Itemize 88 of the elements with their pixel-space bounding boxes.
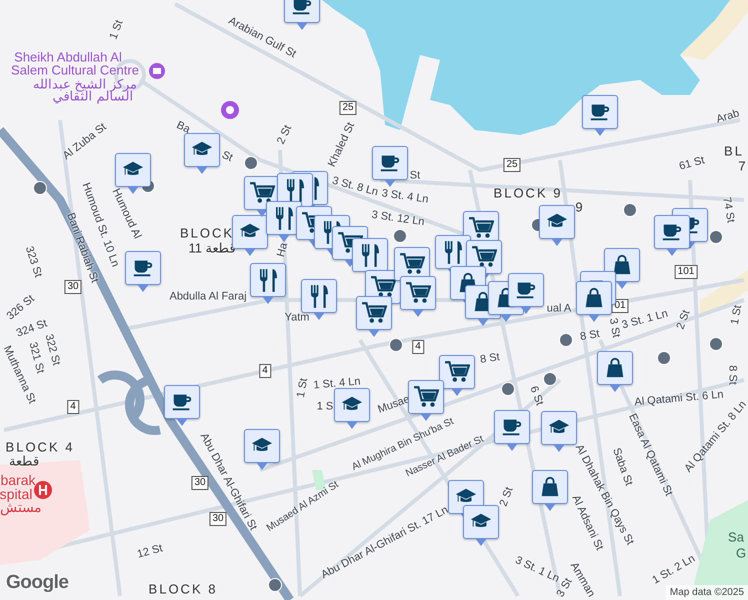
street-label: 3 St. 12 Ln [370, 210, 426, 228]
shopping-cart-icon [361, 302, 387, 324]
shopping-cart-icon [405, 282, 431, 304]
street-label: 321 St [26, 341, 46, 375]
street-label: 322 St [42, 333, 62, 367]
street-label: 74 St [720, 196, 736, 224]
street-label: Yatm [284, 312, 310, 324]
street-label: 326 St [5, 294, 37, 322]
street-label: 323 St [22, 245, 44, 279]
street-label: 8 St [579, 328, 601, 344]
place-label: مركز الشيخ عبدالله [32, 78, 138, 90]
street-label: 8 St [480, 352, 500, 366]
fork-knife-icon [276, 206, 292, 230]
fork-knife-icon [444, 240, 462, 264]
shopping-cart-icon [471, 246, 497, 268]
area-label: BL [724, 144, 744, 158]
shopping-cart-icon [413, 386, 439, 408]
street-label: Musae [376, 394, 412, 416]
street-label: St [410, 170, 420, 182]
street-label: Saba St [610, 446, 634, 488]
street-label: 1 St. 4 Ln [313, 376, 361, 392]
google-logo: Google [6, 572, 68, 594]
shopping-bag-icon [611, 253, 633, 277]
route-number: 30 [64, 280, 82, 294]
street-label: 3 St [606, 317, 622, 339]
street-label: 61 St [678, 155, 706, 173]
street-label: Arab [715, 108, 741, 126]
place-label: Sa [728, 530, 744, 544]
street-label: 1 St [296, 377, 310, 399]
route-number: 30 [191, 476, 209, 490]
shopping-bag-icon [583, 286, 605, 310]
street-label: 1 St [730, 304, 744, 326]
street-label: Ba [174, 120, 192, 136]
place-label: Salem Cultural Centre [11, 64, 139, 76]
hospital-icon [34, 481, 52, 499]
street-label: 8 St [726, 365, 738, 385]
poi-icon [221, 101, 239, 119]
place-label: G [736, 546, 746, 560]
street-label: 1 St. 2 Ln [650, 553, 698, 587]
street-label: 2 St [276, 124, 294, 146]
place-label: barak [0, 473, 36, 487]
street-label: Ha [276, 242, 290, 258]
shopping-cart-icon [444, 361, 470, 383]
fork-knife-icon [362, 244, 378, 266]
area-label: BLOCK [180, 226, 234, 240]
place-label: spital [0, 487, 32, 501]
route-number: 4 [67, 400, 79, 414]
area-label: 9 [575, 200, 585, 214]
museum-icon [149, 63, 165, 79]
shopping-cart-icon [399, 253, 425, 275]
cup-icon [290, 0, 314, 17]
route-number: 30 [209, 512, 227, 526]
place-label: Sheikh Abdullah Al [14, 50, 122, 64]
street-label: 3 St. 4 Ln [380, 188, 430, 206]
street-label: 6 St [527, 384, 545, 408]
street-label: 3 St. 1 Ln [513, 555, 561, 585]
shopping-cart-icon [249, 182, 275, 204]
shopping-bag-icon [539, 475, 561, 499]
street-label: 3 St. 8 Ln [330, 176, 380, 198]
place-label: مستش [0, 500, 42, 514]
street-label: Al Zuba St [61, 122, 109, 162]
area-label: 7 [738, 160, 748, 172]
route-number: 4 [259, 364, 271, 378]
street-label: 2 St [498, 486, 516, 508]
street-label: ual A [546, 304, 572, 314]
area-label: BLOCK 9 [494, 186, 562, 200]
shopping-bag-icon [604, 356, 626, 380]
street-label: Al Qatami St. 6 Ln [634, 390, 724, 408]
street-label: 2 St [675, 308, 693, 332]
route-number: 25 [339, 101, 357, 115]
shopping-cart-icon [468, 217, 494, 239]
route-number: 101 [674, 265, 698, 279]
place-label: السالم الثقافي [52, 90, 134, 102]
map-copyright: Map data ©2025 [666, 585, 748, 600]
street-label: Abdulla Al Faraj [169, 292, 247, 302]
route-number: 4 [412, 340, 424, 354]
area-label: قطعة [9, 454, 39, 468]
area-label: BLOCK 4 [6, 440, 74, 454]
street-label: St [220, 150, 234, 164]
street-label: 1 St [108, 18, 126, 42]
shopping-cart-icon [370, 276, 396, 298]
street-label: 12 St [136, 543, 164, 561]
route-number: 25 [503, 158, 521, 172]
street-label: 1 S [316, 402, 334, 412]
area-label: BLOCK 8 [148, 582, 218, 596]
fork-knife-icon [260, 268, 276, 292]
fork-knife-icon [286, 178, 304, 202]
fork-knife-icon [310, 284, 328, 308]
